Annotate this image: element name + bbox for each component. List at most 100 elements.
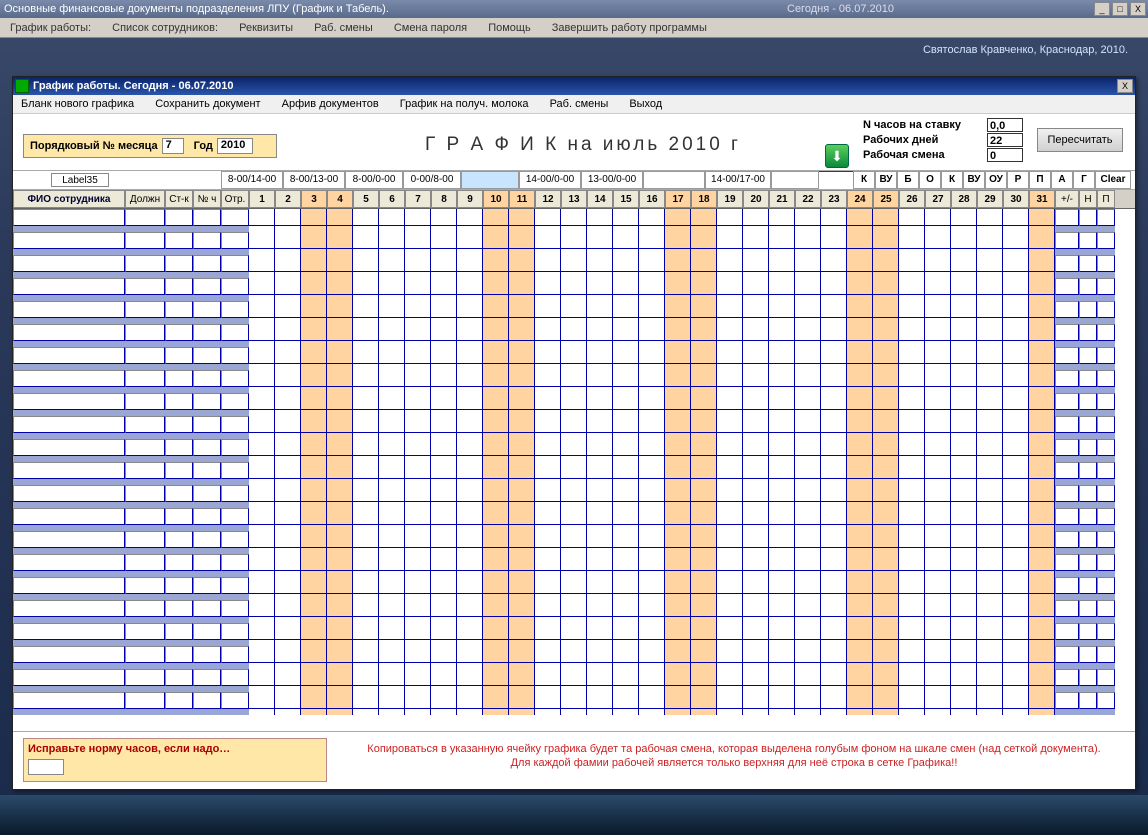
cell-day[interactable]: [275, 301, 301, 318]
cell-day[interactable]: [301, 324, 327, 341]
cell-day[interactable]: [821, 301, 847, 318]
cell-nch[interactable]: [193, 692, 221, 709]
cell-day[interactable]: [899, 531, 925, 548]
cell-day[interactable]: [1029, 508, 1055, 525]
cell-day[interactable]: [587, 370, 613, 387]
cell-day[interactable]: [275, 508, 301, 525]
cell-day[interactable]: [691, 209, 717, 226]
cell-day[interactable]: [431, 278, 457, 295]
cell-n[interactable]: [1079, 508, 1097, 525]
cell-day[interactable]: [847, 347, 873, 364]
cell-day[interactable]: [717, 301, 743, 318]
cell-day[interactable]: [925, 623, 951, 640]
cell-stk[interactable]: [165, 209, 193, 226]
cell-day[interactable]: [327, 485, 353, 502]
minimize-button[interactable]: _: [1094, 2, 1110, 16]
cell-p[interactable]: [1097, 278, 1115, 295]
cell-day[interactable]: [1029, 301, 1055, 318]
cell-day[interactable]: [249, 393, 275, 410]
cell-day[interactable]: [665, 347, 691, 364]
cell-day[interactable]: [951, 462, 977, 479]
cell-day[interactable]: [613, 393, 639, 410]
cell-day[interactable]: [379, 600, 405, 617]
cell-otr[interactable]: [221, 278, 249, 295]
cell-day[interactable]: [665, 692, 691, 709]
cell-n[interactable]: [1079, 301, 1097, 318]
cell-nch[interactable]: [193, 209, 221, 226]
cell-day[interactable]: [743, 692, 769, 709]
cell-day[interactable]: [535, 462, 561, 479]
cell-day[interactable]: [821, 508, 847, 525]
cell-day[interactable]: [275, 278, 301, 295]
cell-day[interactable]: [275, 209, 301, 226]
cell-day[interactable]: [769, 600, 795, 617]
cell-day[interactable]: [925, 324, 951, 341]
cell-day[interactable]: [535, 623, 561, 640]
cell-stk[interactable]: [165, 416, 193, 433]
cell-day[interactable]: [431, 692, 457, 709]
cell-day[interactable]: [509, 347, 535, 364]
cell-day[interactable]: [561, 370, 587, 387]
col-day-13[interactable]: 13: [561, 190, 587, 208]
code-button[interactable]: Б: [897, 171, 919, 189]
cell-day[interactable]: [1029, 554, 1055, 571]
col-otr[interactable]: Отр.: [221, 190, 249, 208]
cell-day[interactable]: [717, 646, 743, 663]
cell-day[interactable]: [691, 646, 717, 663]
cell-fio[interactable]: [13, 209, 125, 226]
cell-day[interactable]: [639, 209, 665, 226]
cell-day[interactable]: [925, 508, 951, 525]
cell-stk[interactable]: [165, 439, 193, 456]
cell-day[interactable]: [1003, 324, 1029, 341]
cell-nch[interactable]: [193, 370, 221, 387]
cell-day[interactable]: [691, 462, 717, 479]
menu-item[interactable]: Реквизиты: [239, 22, 293, 34]
cell-day[interactable]: [899, 508, 925, 525]
cell-day[interactable]: [613, 232, 639, 249]
cell-day[interactable]: [457, 600, 483, 617]
cell-day[interactable]: [483, 531, 509, 548]
cell-day[interactable]: [1003, 301, 1029, 318]
cell-nch[interactable]: [193, 577, 221, 594]
cell-day[interactable]: [535, 669, 561, 686]
cell-day[interactable]: [717, 347, 743, 364]
cell-day[interactable]: [795, 347, 821, 364]
cell-day[interactable]: [535, 347, 561, 364]
cell-day[interactable]: [769, 462, 795, 479]
cell-day[interactable]: [379, 462, 405, 479]
cell-day[interactable]: [899, 692, 925, 709]
cell-n[interactable]: [1079, 209, 1097, 226]
cell-day[interactable]: [483, 600, 509, 617]
cell-n[interactable]: [1079, 232, 1097, 249]
cell-otr[interactable]: [221, 370, 249, 387]
cell-day[interactable]: [457, 209, 483, 226]
cell-day[interactable]: [587, 439, 613, 456]
cell-stk[interactable]: [165, 692, 193, 709]
cell-day[interactable]: [639, 301, 665, 318]
cell-n[interactable]: [1079, 531, 1097, 548]
cell-day[interactable]: [483, 301, 509, 318]
cell-day[interactable]: [1003, 577, 1029, 594]
cell-fio[interactable]: [13, 508, 125, 525]
cell-pm[interactable]: [1055, 554, 1079, 571]
cell-day[interactable]: [925, 600, 951, 617]
cell-day[interactable]: [457, 301, 483, 318]
cell-nch[interactable]: [193, 278, 221, 295]
cell-p[interactable]: [1097, 209, 1115, 226]
shift-cell[interactable]: 13-00/0-00: [581, 171, 643, 189]
cell-day[interactable]: [1029, 370, 1055, 387]
cell-day[interactable]: [301, 600, 327, 617]
cell-pm[interactable]: [1055, 416, 1079, 433]
cell-day[interactable]: [1003, 347, 1029, 364]
cell-day[interactable]: [587, 485, 613, 502]
cell-day[interactable]: [795, 278, 821, 295]
cell-day[interactable]: [665, 600, 691, 617]
cell-day[interactable]: [327, 439, 353, 456]
cell-day[interactable]: [379, 577, 405, 594]
cell-day[interactable]: [613, 508, 639, 525]
cell-day[interactable]: [353, 485, 379, 502]
cell-day[interactable]: [249, 692, 275, 709]
cell-day[interactable]: [665, 209, 691, 226]
cell-day[interactable]: [301, 508, 327, 525]
cell-day[interactable]: [769, 416, 795, 433]
